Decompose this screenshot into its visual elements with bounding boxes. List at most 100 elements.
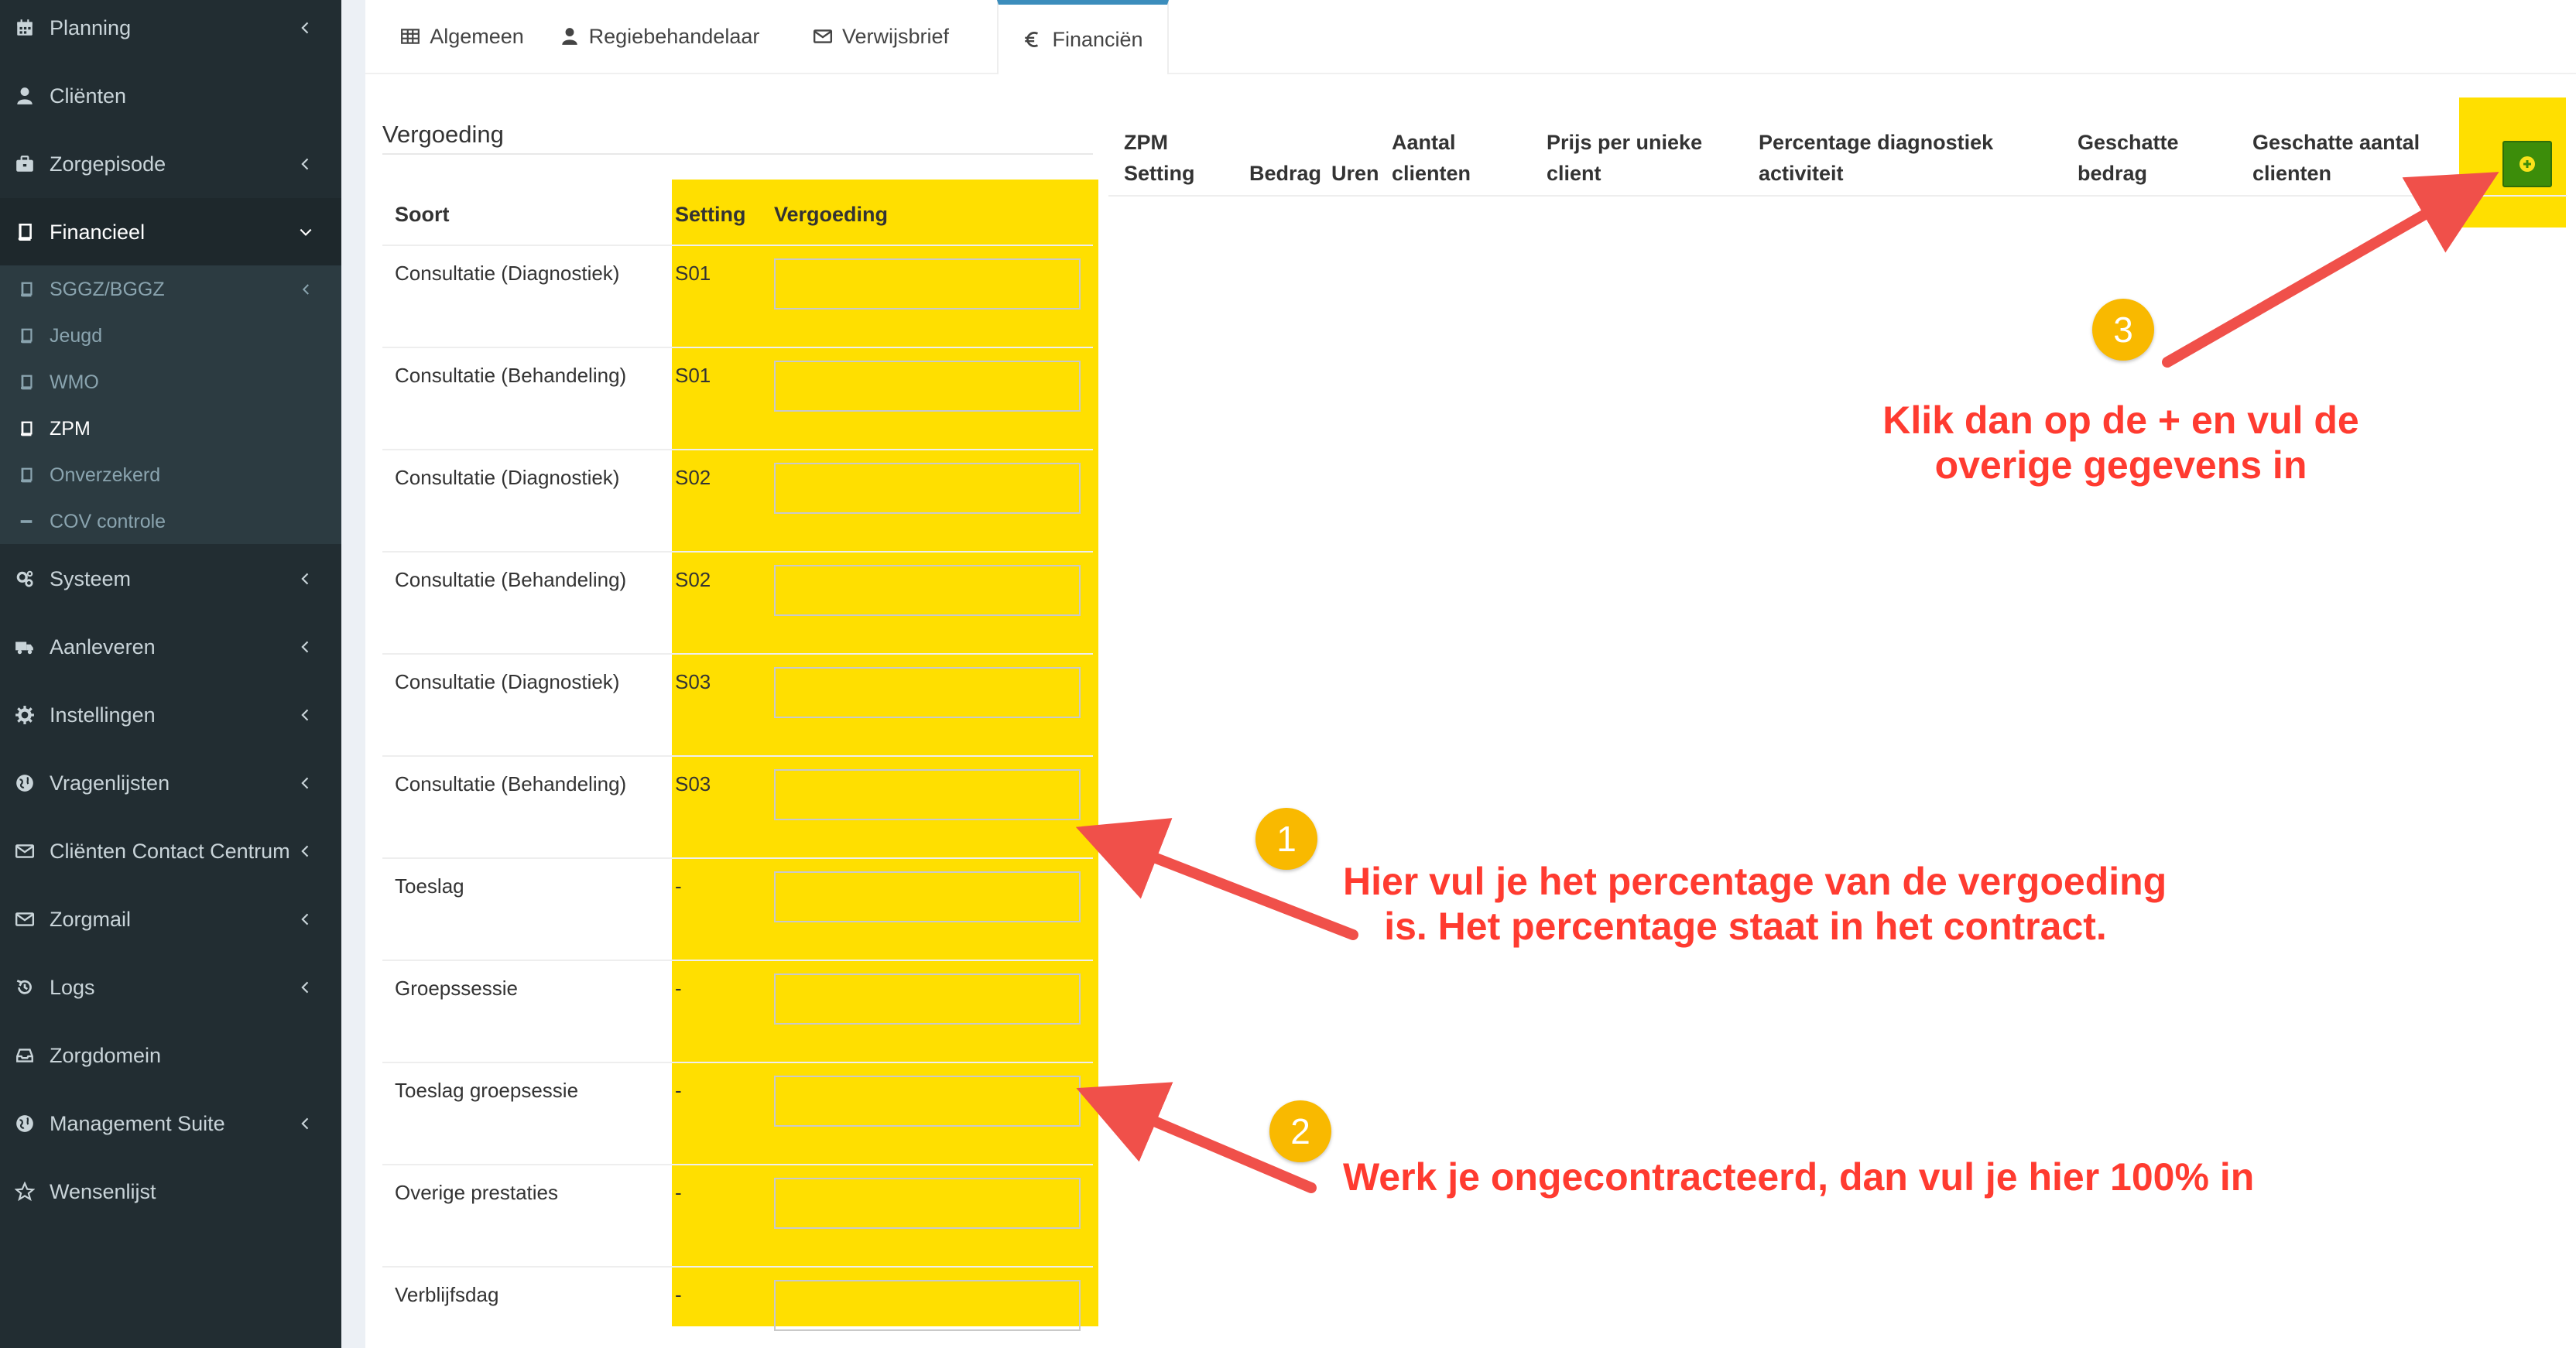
add-zpm-button[interactable]: [2502, 141, 2552, 187]
briefcase-icon-wrap: [14, 153, 36, 175]
sidebar-item-financieel[interactable]: Financieel: [0, 198, 341, 266]
cell-soort: Toeslag: [395, 874, 464, 898]
sidebar-item-label: Aanleveren: [50, 635, 156, 659]
cell-setting: -: [675, 1283, 682, 1306]
header-setting: Setting: [675, 203, 746, 226]
chevron-left-icon-wrap: [298, 775, 313, 791]
zpm-header-line1: ZPM: [1124, 131, 1168, 154]
zpm-header-line1: Aantal: [1392, 131, 1456, 154]
zpm-header-line1: Prijs per unieke: [1547, 131, 1703, 154]
chevron-left-icon: [301, 1117, 309, 1130]
row-divider: [382, 755, 1093, 757]
chevron-down-icon-wrap: [298, 224, 313, 240]
cogs-icon: [16, 570, 33, 587]
sidebar-item-label: Systeem: [50, 566, 132, 590]
vergoeding-input[interactable]: [774, 871, 1081, 922]
chevron-left-icon: [301, 845, 309, 857]
sidebar-item-label: Logs: [50, 975, 95, 999]
tab-label: Financiën: [1052, 27, 1143, 51]
chevron-left-icon-wrap: [298, 707, 313, 723]
cell-soort: Consultatie (Diagnostiek): [395, 466, 620, 489]
zpm-header-0: ZPM Setting: [1124, 127, 1195, 189]
cell-soort: Consultatie (Behandeling): [395, 772, 627, 795]
sidebar-subitem-onverzekerd[interactable]: Onverzekerd: [0, 452, 341, 498]
globe-icon-wrap: [14, 772, 36, 794]
annotation-badge-2: 2: [1269, 1100, 1331, 1162]
envelope-icon: [15, 912, 35, 926]
gear-icon-wrap: [14, 704, 36, 726]
sidebar-item-logs[interactable]: Logs: [0, 953, 341, 1021]
sidebar-subitem-label: Jeugd: [50, 324, 103, 347]
cell-soort: Groepssessie: [395, 977, 518, 1000]
cell-soort: Toeslag groepsessie: [395, 1079, 579, 1102]
vergoeding-input[interactable]: [774, 463, 1081, 514]
sidebar-item-zorgepisode[interactable]: Zorgepisode: [0, 130, 341, 198]
chevron-left-icon-wrap: [298, 156, 313, 172]
sidebar-subitem-jeugd[interactable]: Jeugd: [0, 313, 341, 359]
vergoeding-input[interactable]: [774, 361, 1081, 412]
sidebar-item-zorgmail[interactable]: Zorgmail: [0, 885, 341, 953]
vergoeding-input[interactable]: [774, 1076, 1081, 1127]
chevron-left-icon-wrap: [298, 20, 313, 36]
vergoeding-input[interactable]: [774, 667, 1081, 718]
truck-icon: [15, 641, 33, 655]
row-divider: [382, 857, 1093, 859]
tab-algemeen[interactable]: Algemeen: [381, 0, 543, 73]
zpm-header-5: Percentage diagnostiek activiteit: [1759, 127, 1993, 189]
sidebar-subitem-sggz-bggz[interactable]: SGGZ/BGGZ: [0, 266, 341, 313]
cell-setting: -: [675, 874, 682, 898]
header-vergoeding: Vergoeding: [774, 203, 889, 226]
sidebar-item-wensenlijst[interactable]: Wensenlijst: [0, 1158, 341, 1226]
sidebar-item-instellingen[interactable]: Instellingen: [0, 681, 341, 749]
cogs-icon-wrap: [14, 568, 36, 590]
cell-soort: Overige prestaties: [395, 1181, 558, 1204]
zpm-header-line1: [1331, 127, 1379, 158]
vergoeding-input[interactable]: [774, 1280, 1081, 1331]
truck-icon-wrap: [14, 636, 36, 658]
book-icon-wrap: [14, 221, 36, 243]
book-icon-wrap: [17, 280, 36, 299]
vergoeding-input[interactable]: [774, 258, 1081, 310]
chevron-left-icon: [302, 284, 309, 295]
sidebar-item-vragenlijsten[interactable]: Vragenlijsten: [0, 749, 341, 817]
sidebar-subitem-label: Onverzekerd: [50, 464, 161, 486]
sidebar-item-zorgdomein[interactable]: Zorgdomein: [0, 1021, 341, 1090]
book-icon-wrap: [17, 419, 36, 438]
sidebar-item-label: Planning: [50, 15, 132, 39]
sidebar: Planning Cliënten Zorgepisode Financieel Sys…: [0, 0, 341, 1348]
vergoeding-input[interactable]: [774, 565, 1081, 616]
tab-label: Regiebehandelaar: [588, 24, 760, 48]
chevron-left-icon: [301, 641, 309, 653]
sidebar-subitem-wmo[interactable]: WMO: [0, 359, 341, 405]
cell-setting: -: [675, 1181, 682, 1204]
sidebar-subitem-zpm[interactable]: ZPM: [0, 405, 341, 452]
envelope-icon-wrap: [14, 840, 36, 862]
sidebar-item-systeem[interactable]: Systeem: [0, 545, 341, 613]
sidebar-subitem-label: WMO: [50, 371, 99, 393]
sidebar-item-management-suite[interactable]: Management Suite: [0, 1090, 341, 1158]
sidebar-subitem-label: SGGZ/BGGZ: [50, 278, 165, 300]
vergoeding-input[interactable]: [774, 769, 1081, 820]
sidebar-item-label: Zorgdomein: [50, 1043, 162, 1067]
tab-verwijsbrief[interactable]: Verwijsbrief: [796, 0, 966, 73]
zpm-header-4: Prijs per unieke client: [1547, 127, 1702, 189]
chevron-left-icon: [301, 777, 309, 789]
tab-regiebehandelaar[interactable]: Regiebehandelaar: [554, 0, 765, 73]
zpm-header-line1: Geschatte: [2078, 131, 2179, 154]
inbox-icon-wrap: [14, 1045, 36, 1066]
section-divider: [382, 153, 1093, 155]
sidebar-item-label: Financieel: [50, 220, 146, 244]
sidebar-item-planning[interactable]: Planning: [0, 0, 341, 62]
sidebar-subitem-cov-controle[interactable]: COV controle: [0, 498, 341, 545]
tab-financi-n[interactable]: Financiën: [997, 0, 1169, 74]
sidebar-item-aanleveren[interactable]: Aanleveren: [0, 613, 341, 681]
sidebar-item-cli-nten[interactable]: Cliënten: [0, 62, 341, 130]
book-icon: [18, 223, 32, 241]
vergoeding-input[interactable]: [774, 973, 1081, 1025]
user-icon: [17, 87, 33, 104]
euro-icon: [1025, 32, 1039, 47]
cell-setting: S03: [675, 670, 711, 693]
sidebar-item-cli-nten-contact-centrum[interactable]: Cliënten Contact Centrum: [0, 817, 341, 885]
vergoeding-input[interactable]: [774, 1178, 1081, 1229]
cell-setting: -: [675, 977, 682, 1000]
